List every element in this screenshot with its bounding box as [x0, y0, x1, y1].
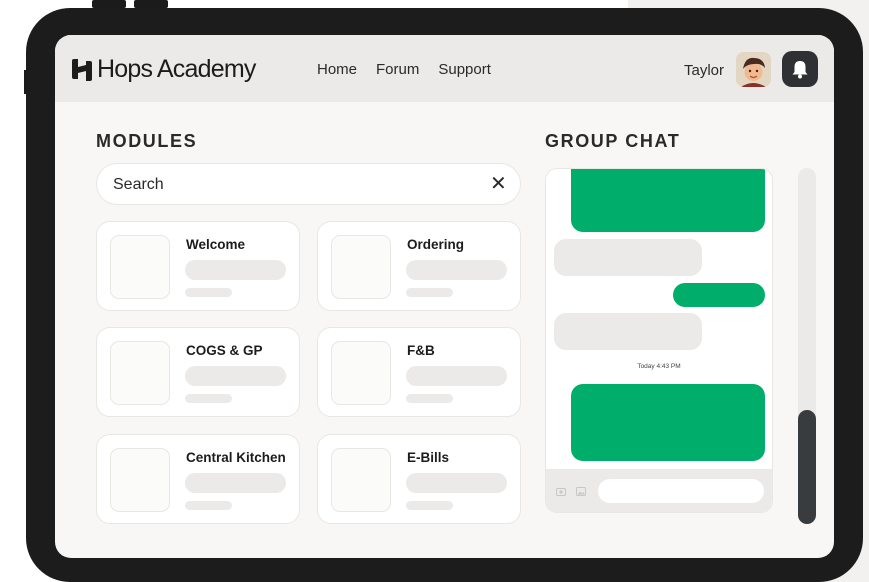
- avatar[interactable]: [736, 52, 771, 87]
- group-chat-heading: GROUP CHAT: [545, 131, 681, 151]
- module-thumbnail: [110, 341, 170, 405]
- main-nav: Home Forum Support: [317, 61, 510, 78]
- placeholder-line: [185, 366, 286, 386]
- hops-logo-icon: [72, 58, 92, 81]
- placeholder-line: [185, 260, 286, 280]
- bell-icon: [792, 61, 808, 79]
- chat-scrollbar-thumb[interactable]: [798, 410, 816, 524]
- placeholder-line: [406, 473, 507, 493]
- camera-icon[interactable]: [556, 487, 566, 496]
- module-thumbnail: [331, 235, 391, 299]
- close-icon[interactable]: ✕: [490, 173, 507, 195]
- module-thumbnail: [331, 448, 391, 512]
- placeholder-line: [406, 288, 453, 297]
- nav-home[interactable]: Home: [317, 61, 357, 78]
- placeholder-line: [406, 501, 453, 510]
- module-card[interactable]: Ordering: [317, 221, 521, 311]
- module-title: F&B: [407, 343, 435, 358]
- placeholder-line: [185, 473, 286, 493]
- module-thumbnail: [331, 341, 391, 405]
- placeholder-line: [185, 288, 232, 297]
- module-thumbnail: [110, 448, 170, 512]
- module-card[interactable]: COGS & GP: [96, 327, 300, 417]
- placeholder-line: [185, 394, 232, 403]
- chat-message-outgoing: [571, 384, 765, 461]
- search-input[interactable]: Search ✕: [96, 163, 521, 205]
- module-card[interactable]: F&B: [317, 327, 521, 417]
- module-title: E-Bills: [407, 450, 450, 465]
- notifications-button[interactable]: [782, 51, 818, 87]
- background-shape: [92, 0, 126, 8]
- module-title: COGS & GP: [186, 343, 263, 358]
- module-card[interactable]: Central Kitchen: [96, 434, 300, 524]
- chat-message-incoming: [554, 313, 702, 350]
- nav-support[interactable]: Support: [438, 61, 491, 78]
- modules-heading: MODULES: [96, 131, 198, 151]
- group-chat-panel: Today 4:43 PM: [545, 168, 773, 513]
- module-thumbnail: [110, 235, 170, 299]
- chat-message-input[interactable]: [598, 479, 764, 503]
- module-title: Ordering: [407, 237, 465, 252]
- module-card[interactable]: Welcome: [96, 221, 300, 311]
- search-placeholder: Search: [113, 176, 164, 193]
- chat-message-outgoing: [673, 283, 765, 307]
- module-card[interactable]: E-Bills: [317, 434, 521, 524]
- module-title: Welcome: [186, 237, 246, 252]
- placeholder-line: [185, 501, 232, 510]
- chat-timestamp: Today 4:43 PM: [637, 363, 681, 370]
- module-title: Central Kitchen: [186, 450, 286, 465]
- brand-name: Hops Academy: [97, 55, 256, 83]
- chat-message-outgoing: [571, 169, 765, 232]
- placeholder-line: [406, 260, 507, 280]
- avatar-image: [736, 52, 771, 87]
- background-shape: [134, 0, 168, 8]
- chat-message-incoming: [554, 239, 702, 276]
- top-navigation-bar: Hops Academy Home Forum Support Taylor: [55, 35, 834, 102]
- placeholder-line: [406, 366, 507, 386]
- placeholder-line: [406, 394, 453, 403]
- nav-forum[interactable]: Forum: [376, 61, 419, 78]
- brand-logo[interactable]: Hops Academy: [69, 55, 256, 84]
- app-screen: Hops Academy Home Forum Support Taylor M…: [55, 35, 834, 558]
- chat-composer: [546, 469, 772, 512]
- user-name[interactable]: Taylor: [684, 62, 724, 79]
- image-icon[interactable]: [576, 487, 586, 496]
